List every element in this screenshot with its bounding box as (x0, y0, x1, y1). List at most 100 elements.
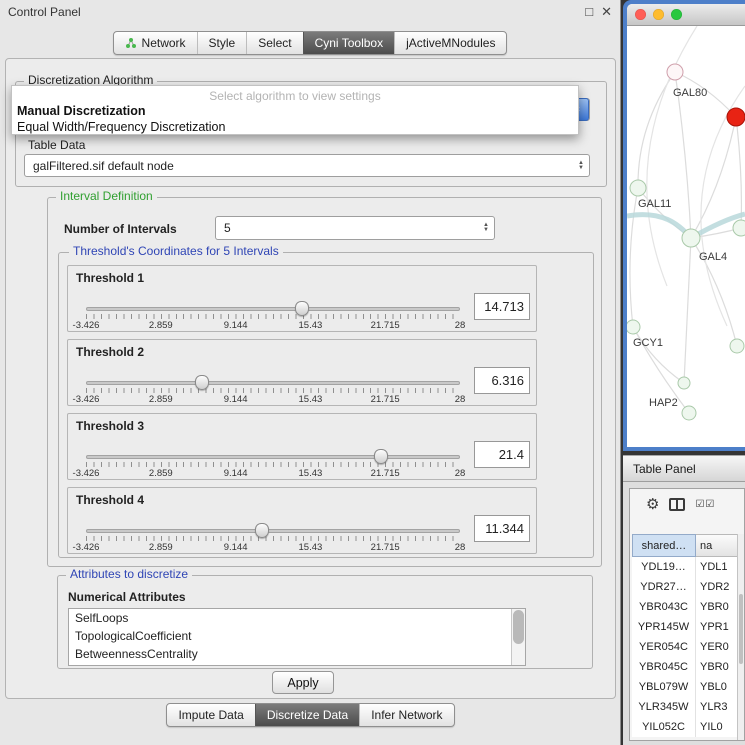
float-window-icon[interactable]: □ (585, 4, 593, 20)
tab-cyni-toolbox[interactable]: Cyni Toolbox (303, 32, 394, 54)
table-row[interactable]: YIL052CYIL0 (632, 717, 739, 737)
scale-label: 15.43 (299, 468, 323, 479)
table-row[interactable]: YBR043CYBR0 (632, 597, 739, 617)
list-item[interactable]: SelfLoops (69, 609, 525, 627)
node[interactable] (682, 229, 700, 247)
threshold-2-slider[interactable]: -3.426 2.859 9.144 15.43 21.715 28 (86, 373, 460, 406)
cell-name[interactable]: YBL0 (696, 677, 739, 697)
slider-thumb[interactable] (295, 301, 309, 316)
table-row[interactable]: YPR145WYPR1 (632, 617, 739, 637)
slider-thumb[interactable] (255, 523, 269, 538)
scrollbar-thumb[interactable] (739, 594, 743, 664)
node[interactable] (678, 377, 690, 389)
tab-select[interactable]: Select (246, 32, 302, 54)
table-row[interactable]: YBL079WYBL0 (632, 677, 739, 697)
threshold-3-value-input[interactable]: 21.4 (474, 441, 530, 468)
combobox-stepper-icon[interactable]: ▲▼ (483, 223, 489, 233)
tab-network[interactable]: Network (114, 32, 197, 54)
algorithm-option-manual[interactable]: Manual Discretization (17, 104, 146, 118)
check-icon[interactable]: ☑ (705, 499, 715, 510)
network-canvas[interactable]: GAL80 GAL11 GAL4 GCY1 HAP2 (627, 26, 745, 447)
list-item[interactable]: BetweennessCentrality (69, 645, 525, 663)
cell-name[interactable]: YPR1 (696, 617, 739, 637)
threshold-3-slider[interactable]: -3.426 2.859 9.144 15.43 21.715 28 (86, 447, 460, 480)
scale-label: 21.715 (371, 394, 400, 405)
columns-icon[interactable] (669, 498, 685, 511)
cell-shared-name[interactable]: YDL19… (632, 557, 696, 577)
interval-definition-title: Interval Definition (56, 189, 157, 203)
number-of-intervals-value: 5 (224, 221, 231, 235)
scrollbar-thumb[interactable] (513, 610, 524, 644)
table-panel: ⚙ ☑☑ shared… na YDL19…YDL1 YDR27…YDR2 YB… (623, 482, 745, 745)
slider-track[interactable] (86, 529, 460, 533)
slider-thumb[interactable] (195, 375, 209, 390)
threshold-1-slider[interactable]: -3.426 2.859 9.144 15.43 21.715 28 (86, 299, 460, 332)
combobox-stepper-icon[interactable]: ▲▼ (578, 161, 584, 171)
tab-discretize-data[interactable]: Discretize Data (255, 704, 359, 726)
tab-cyni-toolbox-label: Cyni Toolbox (315, 36, 383, 50)
node[interactable] (630, 180, 646, 196)
cell-shared-name[interactable]: YIL052C (632, 717, 696, 737)
threshold-1-value-input[interactable]: 14.713 (474, 293, 530, 320)
cell-name[interactable]: YER0 (696, 637, 739, 657)
table-row[interactable]: YER054CYER0 (632, 637, 739, 657)
threshold-4-slider[interactable]: -3.426 2.859 9.144 15.43 21.715 28 (86, 521, 460, 554)
zoom-traffic-light[interactable] (671, 9, 682, 20)
column-header-name[interactable]: na (696, 534, 739, 557)
cell-name[interactable]: YDL1 (696, 557, 739, 577)
table-data-combobox[interactable]: galFiltered.sif default node ▲▼ (24, 154, 590, 177)
number-of-intervals-combobox[interactable]: 5 ▲▼ (215, 216, 495, 240)
node[interactable] (730, 339, 744, 353)
table-row[interactable]: YLR345WYLR3 (632, 697, 739, 717)
numerical-attributes-label: Numerical Attributes (68, 590, 186, 604)
cell-shared-name[interactable]: YER054C (632, 637, 696, 657)
apply-button[interactable]: Apply (272, 671, 334, 694)
cell-shared-name[interactable]: YDR27… (632, 577, 696, 597)
list-item[interactable]: TopologicalCoefficient (69, 627, 525, 645)
table-scrollbar[interactable] (737, 534, 744, 740)
slider-track[interactable] (86, 381, 460, 385)
slider-track[interactable] (86, 455, 460, 459)
tab-infer-network[interactable]: Infer Network (359, 704, 453, 726)
cell-name[interactable]: YBR0 (696, 657, 739, 677)
algorithm-option-equal-width[interactable]: Equal Width/Frequency Discretization (17, 120, 225, 134)
list-scrollbar[interactable] (511, 609, 525, 665)
close-window-icon[interactable]: ✕ (601, 4, 612, 20)
threshold-4-value-input[interactable]: 11.344 (474, 515, 530, 542)
threshold-2-value-input[interactable]: 6.316 (474, 367, 530, 394)
scale-label: 15.43 (299, 394, 323, 405)
tab-style[interactable]: Style (197, 32, 247, 54)
cell-shared-name[interactable]: YBL079W (632, 677, 696, 697)
column-header-shared-name[interactable]: shared… (632, 534, 696, 557)
check-icon[interactable]: ☑ (695, 499, 705, 510)
cell-shared-name[interactable]: YBR043C (632, 597, 696, 617)
cell-name[interactable]: YBR0 (696, 597, 739, 617)
table-row[interactable]: YBR045CYBR0 (632, 657, 739, 677)
node[interactable] (733, 220, 745, 236)
cell-shared-name[interactable]: YPR145W (632, 617, 696, 637)
cell-name[interactable]: YLR3 (696, 697, 739, 717)
slider-ticks (86, 314, 460, 319)
cell-shared-name[interactable]: YBR045C (632, 657, 696, 677)
slider-thumb[interactable] (374, 449, 388, 464)
slider-track[interactable] (86, 307, 460, 311)
numerical-attributes-list[interactable]: SelfLoops TopologicalCoefficient Between… (68, 608, 526, 666)
table-data-value: galFiltered.sif default node (33, 159, 174, 173)
close-traffic-light[interactable] (635, 9, 646, 20)
cell-name[interactable]: YIL0 (696, 717, 739, 737)
network-icon (125, 37, 137, 49)
table-row[interactable]: YDR27…YDR2 (632, 577, 739, 597)
cell-name[interactable]: YDR2 (696, 577, 739, 597)
node[interactable] (667, 64, 683, 80)
tab-impute-data[interactable]: Impute Data (167, 704, 254, 726)
table-row[interactable]: YDL19…YDL1 (632, 557, 739, 577)
node[interactable] (682, 406, 696, 420)
node[interactable] (627, 320, 640, 334)
tab-jactivemnodules[interactable]: jActiveMNodules (394, 32, 506, 54)
cell-shared-name[interactable]: YLR345W (632, 697, 696, 717)
control-panel-window: Control Panel □ ✕ Network Style Select (0, 0, 621, 745)
minimize-traffic-light[interactable] (653, 9, 664, 20)
threshold-4-label: Threshold 4 (76, 493, 144, 507)
node-selected[interactable] (727, 108, 745, 126)
gear-icon[interactable]: ⚙ (646, 495, 659, 513)
